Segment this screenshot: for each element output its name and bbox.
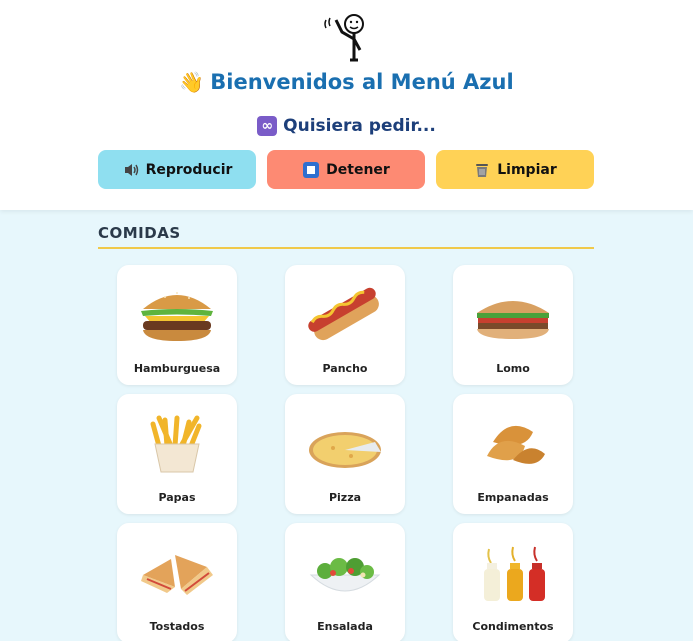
- food-card-lomo[interactable]: Lomo: [453, 265, 573, 385]
- food-card-tostados[interactable]: Tostados: [117, 523, 237, 641]
- food-card-label: Pizza: [328, 491, 362, 504]
- food-card-ensalada[interactable]: Ensalada: [285, 523, 405, 641]
- sentence-text: Quisiera pedir...: [283, 116, 436, 136]
- pizza-icon: [309, 432, 381, 468]
- stop-icon: [303, 161, 320, 178]
- waving-person-icon: [324, 14, 364, 62]
- food-card-label: Lomo: [496, 362, 530, 375]
- speaker-icon: [124, 163, 138, 176]
- food-card-label: Tostados: [149, 620, 205, 633]
- food-card-label: Pancho: [322, 362, 368, 375]
- sentence-display: ∞ Quisiera pedir...: [0, 116, 693, 136]
- sandwich-icon: [477, 301, 549, 339]
- food-card-label: Ensalada: [317, 620, 373, 633]
- hamburger-icon: [141, 292, 213, 341]
- trash-icon: [476, 163, 489, 177]
- hotdog-icon: [308, 287, 379, 341]
- play-label: Reproducir: [145, 161, 233, 178]
- empanada-icon: [487, 425, 545, 464]
- section-divider: [98, 247, 594, 249]
- page-title-text: Bienvenidos al Menú Azul: [210, 70, 514, 94]
- food-card-hamburguesa[interactable]: Hamburguesa: [117, 265, 237, 385]
- food-card-label: Hamburguesa: [133, 362, 221, 375]
- infinity-icon: ∞: [257, 116, 278, 136]
- fries-icon: [150, 415, 202, 473]
- controls: Reproducir Detener Limpiar: [98, 150, 594, 189]
- header: 👋 Bienvenidos al Menú Azul ∞ Quisiera pedi…: [0, 0, 693, 210]
- clear-label: Limpiar: [497, 161, 557, 178]
- food-grid: Hamburguesa Pancho Lomo Papas Pizza Empa…: [117, 265, 574, 641]
- food-card-pizza[interactable]: Pizza: [285, 394, 405, 514]
- waving-hand-icon: 👋: [179, 70, 205, 94]
- food-card-label: Condimentos: [472, 620, 554, 633]
- section-title: COMIDAS: [98, 224, 181, 242]
- condiments-icon: [484, 546, 545, 601]
- page-title: 👋 Bienvenidos al Menú Azul: [0, 70, 693, 94]
- play-button[interactable]: Reproducir: [98, 150, 256, 189]
- stop-button[interactable]: Detener: [267, 150, 425, 189]
- food-card-empanadas[interactable]: Empanadas: [453, 394, 573, 514]
- clear-button[interactable]: Limpiar: [436, 150, 594, 189]
- salad-icon: [309, 558, 381, 592]
- food-card-label: Papas: [158, 491, 196, 504]
- food-card-pancho[interactable]: Pancho: [285, 265, 405, 385]
- toast-icon: [141, 555, 213, 595]
- food-card-condimentos[interactable]: Condimentos: [453, 523, 573, 641]
- stop-label: Detener: [326, 161, 390, 178]
- food-card-papas[interactable]: Papas: [117, 394, 237, 514]
- food-card-label: Empanadas: [477, 491, 549, 504]
